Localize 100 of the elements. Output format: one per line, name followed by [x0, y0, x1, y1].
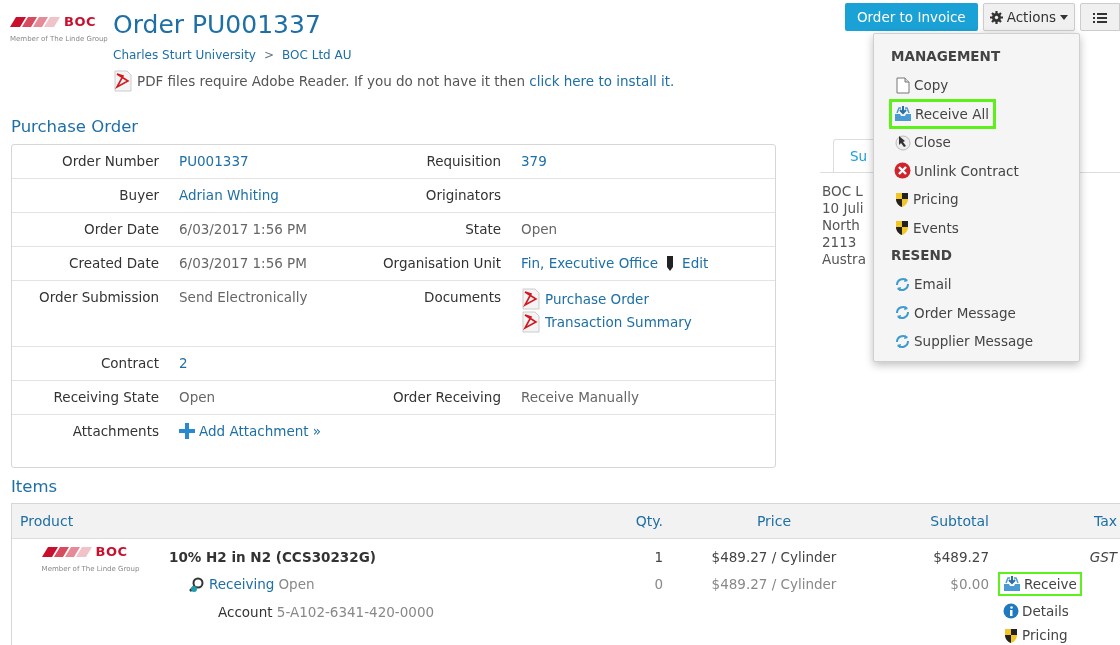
table-cell: GST — [1089, 549, 1117, 566]
logo-wordmark: BOC — [64, 13, 96, 31]
section-heading: Items — [11, 477, 58, 497]
field-link[interactable]: Adrian Whiting — [179, 186, 279, 203]
field-label: Created Date — [69, 254, 159, 271]
field-label: Buyer — [119, 186, 159, 203]
caret-icon — [1060, 14, 1068, 20]
field-label: Contract — [100, 354, 159, 371]
inbox-download-icon — [1003, 575, 1021, 593]
page-title: Order PU001337 — [113, 10, 321, 39]
table-cell: 1 — [654, 549, 663, 566]
field-label: Account — [218, 603, 273, 620]
edit-link[interactable]: Edit — [682, 253, 709, 273]
menu-item[interactable]: Email — [889, 269, 959, 299]
section-heading: Purchase Order — [11, 117, 139, 136]
actions-button[interactable]: Actions — [982, 3, 1075, 32]
magnifier-icon — [189, 576, 205, 593]
list-button[interactable] — [1080, 3, 1120, 32]
inbox-download-icon — [894, 105, 912, 122]
info-icon — [1003, 603, 1019, 620]
field-label: Attachments — [72, 422, 159, 439]
field-label: Order Number — [62, 152, 159, 169]
column-header: Subtotal — [930, 512, 989, 529]
table-cell: 0 — [654, 576, 663, 593]
pencil-icon — [666, 255, 675, 271]
field-link[interactable]: 379 — [521, 152, 547, 169]
settings-icon — [989, 10, 1003, 24]
page-icon — [894, 76, 911, 94]
breadcrumb-separator: > — [263, 47, 275, 64]
product-name: 10% H2 in N2 (CCS30232G) — [169, 549, 376, 566]
column-header: Product — [20, 512, 74, 529]
install-link[interactable]: click here to install it. — [529, 72, 675, 89]
field-link[interactable]: 2 — [179, 354, 188, 371]
menu-item[interactable]: Unlink Contract — [889, 155, 1026, 186]
field-value: Send Electronically — [179, 288, 308, 305]
logo-stripes-icon — [10, 16, 60, 27]
document-link[interactable]: Purchase Order — [545, 289, 649, 309]
table-cell: $489.27 / Cylinder — [711, 576, 837, 593]
menu-header: MANAGEMENT — [891, 48, 1001, 64]
table-cell: $489.27 / Cylinder — [711, 549, 837, 566]
refresh-icon — [894, 332, 911, 350]
field-link[interactable]: Fin, Executive Office — [521, 253, 659, 273]
field-value: 6/03/2017 1:56 PM — [179, 220, 307, 237]
receiving-link[interactable]: Receiving — [209, 574, 275, 595]
field-label: Documents — [424, 288, 501, 305]
refresh-icon — [894, 275, 911, 293]
field-label: Order Receiving — [392, 388, 501, 405]
address-line: 2113 — [822, 234, 857, 251]
plus-icon — [179, 423, 195, 440]
account-number: 5-A102-6341-420-0000 — [276, 603, 435, 620]
error-icon — [894, 162, 911, 179]
field-link[interactable]: PU001337 — [179, 152, 249, 169]
menu-item[interactable]: Supplier Message — [889, 326, 1041, 356]
menu-item[interactable]: Events — [889, 212, 966, 243]
list-icon — [1093, 12, 1107, 24]
menu-item[interactable]: Copy — [889, 70, 956, 100]
menu-item[interactable]: Receive All — [889, 98, 996, 129]
breadcrumb-link[interactable]: BOC Ltd AU — [282, 46, 352, 64]
pdf-icon — [521, 311, 541, 334]
pdf-icon — [521, 288, 541, 311]
table-cell: $0.00 — [950, 576, 989, 593]
address-line: BOC L — [822, 183, 863, 200]
pdf-icon — [113, 70, 133, 92]
logo-wordmark: BOC — [95, 543, 128, 562]
logo-stripes-icon — [41, 547, 92, 558]
field-value: Open — [521, 220, 558, 237]
column-header: Price — [756, 512, 792, 529]
add-attachment-link[interactable]: Add Attachment » — [199, 421, 322, 441]
order-to-invoice-button[interactable]: Order to Invoice — [844, 3, 978, 32]
receiving-state: Open — [278, 575, 315, 595]
field-value: Open — [179, 388, 216, 405]
row-action-link[interactable]: Receive — [998, 571, 1082, 596]
pdf-notice: PDF files require Adobe Reader. If you do not have it then click here to install it. — [137, 71, 675, 91]
row-action-link[interactable]: Pricing — [998, 623, 1073, 645]
column-header: Qty. — [635, 512, 663, 529]
shield-icon — [894, 219, 910, 236]
field-label: Requisition — [426, 152, 501, 169]
document-link[interactable]: Transaction Summary — [545, 312, 692, 332]
menu-item[interactable]: Close — [889, 127, 958, 157]
address-line: 10 Juli — [822, 200, 864, 217]
field-label: State — [465, 220, 501, 237]
field-value: 6/03/2017 1:56 PM — [179, 254, 307, 271]
row-action-link[interactable]: Details — [998, 599, 1074, 624]
field-label: Organisation Unit — [382, 254, 501, 271]
field-label: Originators — [425, 186, 501, 203]
refresh-icon — [894, 304, 911, 321]
field-label: Order Submission — [39, 288, 159, 305]
address-line: Austra — [822, 251, 866, 268]
field-label: Receiving State — [53, 388, 159, 405]
menu-item[interactable]: Pricing — [889, 184, 966, 214]
field-value: Receive Manually — [521, 388, 639, 405]
address-line: North — [822, 217, 860, 234]
column-header: Tax — [1093, 512, 1117, 529]
menu-header: RESEND — [891, 247, 953, 263]
field-label: Order Date — [84, 220, 159, 237]
shield-icon — [1003, 626, 1019, 644]
table-cell: $489.27 — [933, 549, 989, 566]
shield-icon — [894, 190, 910, 208]
menu-item[interactable]: Order Message — [889, 297, 1023, 328]
breadcrumb-link[interactable]: Charles Sturt University — [113, 46, 256, 64]
